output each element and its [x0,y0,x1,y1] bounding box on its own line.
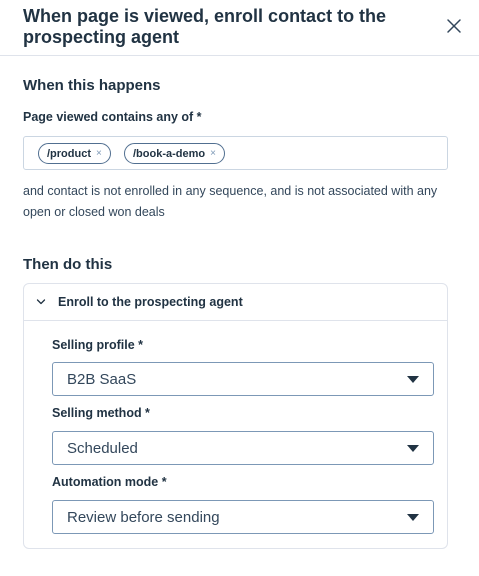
panel-header: When page is viewed, enroll contact to t… [0,0,479,56]
selling-method-value: Scheduled [67,440,138,457]
chevron-down-icon [36,299,46,305]
page-viewed-tag-input[interactable]: /product × /book-a-demo × [23,136,448,170]
tag-book-a-demo: /book-a-demo × [124,143,225,164]
tag-remove-icon[interactable]: × [210,148,216,159]
caret-down-icon [407,445,419,452]
tag-label: /book-a-demo [133,147,206,160]
selling-profile-label: Selling profile * [52,338,143,352]
trigger-condition-text: and contact is not enrolled in any seque… [23,184,438,219]
close-icon [447,19,461,33]
selling-profile-select[interactable]: B2B SaaS [52,362,434,396]
tag-label: /product [47,147,91,160]
automation-mode-value: Review before sending [67,509,220,526]
caret-down-icon [407,514,419,521]
selling-method-select[interactable]: Scheduled [52,431,434,465]
automation-mode-label: Automation mode * [52,475,167,489]
selling-method-label: Selling method * [52,406,150,420]
page-viewed-label: Page viewed contains any of * [23,110,202,124]
tag-remove-icon[interactable]: × [96,148,102,159]
action-card: Enroll to the prospecting agent Selling … [23,283,448,549]
tag-product: /product × [38,143,111,164]
panel-title: When page is viewed, enroll contact to t… [23,6,387,47]
selling-profile-value: B2B SaaS [67,371,137,388]
action-section-title: Then do this [23,256,113,273]
caret-down-icon [407,376,419,383]
action-card-toggle[interactable]: Enroll to the prospecting agent [24,284,447,321]
action-card-label: Enroll to the prospecting agent [58,295,243,309]
trigger-section-title: When this happens [23,77,161,94]
automation-mode-select[interactable]: Review before sending [52,500,434,534]
close-button[interactable] [444,16,464,36]
